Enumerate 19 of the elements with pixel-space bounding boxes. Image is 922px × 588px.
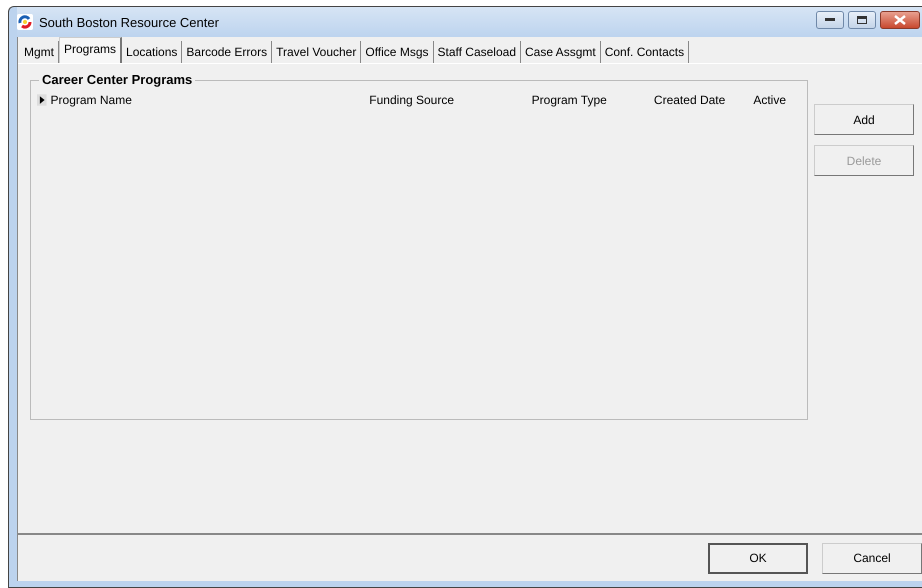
app-logo-icon [17, 14, 33, 30]
maximize-button[interactable] [848, 11, 876, 29]
ok-button[interactable]: OK [708, 542, 808, 574]
minimize-button[interactable] [816, 11, 844, 29]
row-pointer-icon [37, 94, 47, 106]
column-header[interactable]: Funding Source [369, 93, 528, 107]
window-title: South Boston Resource Center [39, 14, 219, 30]
cancel-button[interactable]: Cancel [822, 542, 922, 574]
tab[interactable]: Programs [59, 37, 122, 63]
add-button[interactable]: Add [814, 104, 914, 135]
close-button[interactable] [880, 11, 920, 29]
column-header[interactable]: Created Date [654, 93, 750, 107]
close-icon [894, 15, 906, 25]
column-header[interactable]: Program Name [50, 93, 366, 107]
group-title: Career Center Programs [39, 72, 196, 87]
maximize-icon [857, 16, 867, 24]
column-header[interactable]: Active [753, 93, 801, 107]
column-header[interactable]: Program Type [532, 93, 650, 107]
minimize-icon [825, 18, 835, 22]
